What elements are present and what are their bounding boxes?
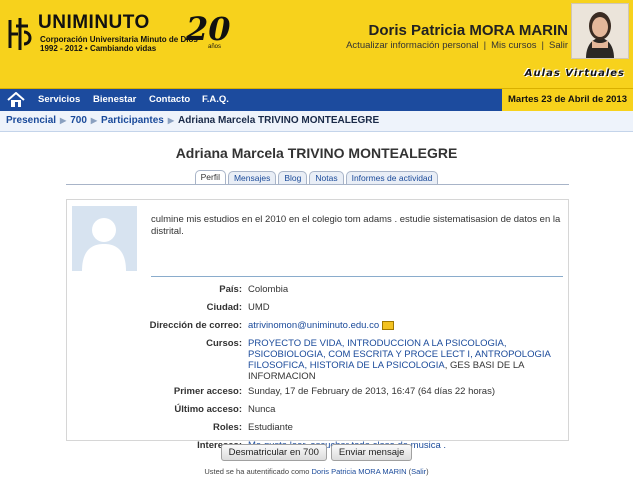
home-icon[interactable] xyxy=(6,91,26,108)
field-label: País: xyxy=(219,284,242,295)
send-mail-icon[interactable] xyxy=(382,320,395,330)
field-value: UMD xyxy=(248,302,270,313)
field-label: Cursos: xyxy=(206,338,242,349)
breadcrumb-arrow-icon: ▶ xyxy=(60,116,67,125)
field-label: Ciudad: xyxy=(206,302,242,313)
field-label: Primer acceso: xyxy=(173,386,242,397)
field-value: Estudiante xyxy=(248,422,293,433)
link-separator: | xyxy=(541,40,544,51)
user-name: Doris Patricia MORA MARIN xyxy=(368,22,568,39)
nav-bienestar[interactable]: Bienestar xyxy=(93,94,136,105)
action-buttons: Desmatricular en 700 Enviar mensaje xyxy=(0,444,633,461)
field-value: Sunday, 17 de February de 2013, 16:47 (6… xyxy=(248,386,495,397)
profile-divider xyxy=(151,276,563,277)
site-header: UNIMINUTO Corporación Universitaria Minu… xyxy=(0,0,633,89)
breadcrumb-current: Adriana Marcela TRIVINO MONTEALEGRE xyxy=(178,115,380,126)
aulas-virtuales-label: Aulas Virtuales xyxy=(524,68,625,79)
field-city: Ciudad: UMD xyxy=(67,302,568,316)
field-first-access: Primer acceso: Sunday, 17 de February de… xyxy=(67,386,568,400)
logo-subtitle: Corporación Universitaria Minuto de Dios… xyxy=(40,35,198,53)
login-info: Usted se ha autentificado como Doris Pat… xyxy=(204,467,429,476)
page-title: Adriana Marcela TRIVINO MONTEALEGRE xyxy=(175,145,458,161)
field-label: Roles: xyxy=(212,422,242,433)
breadcrumb-arrow-icon: ▶ xyxy=(167,116,175,125)
field-country: País: Colombia xyxy=(67,284,568,298)
logo-subtitle-line-1: Corporación Universitaria Minuto de Dios xyxy=(40,35,198,44)
profile-description: culmine mis estudios en el 2010 en el co… xyxy=(151,214,561,237)
tab-mensajes[interactable]: Mensajes xyxy=(227,171,277,185)
field-label: Dirección de correo: xyxy=(149,320,242,331)
tabs-baseline xyxy=(66,184,569,185)
logo-name: UNIMINUTO xyxy=(38,12,150,33)
logo-subtitle-line-2: 1992 - 2012 • Cambiando vidas xyxy=(40,44,157,53)
current-date: Martes 23 de Abril de 2013 xyxy=(502,89,633,111)
tab-notas[interactable]: Notas xyxy=(309,171,344,185)
breadcrumb: Presencial ▶ 700 ▶ Participantes ▶ Adriana Mar… xyxy=(0,111,633,132)
nav-faq[interactable]: F.A.Q. xyxy=(202,94,229,105)
email-link[interactable]: atrivinomon@uniminuto.edu.co xyxy=(248,320,379,331)
tab-perfil[interactable]: Perfil xyxy=(194,170,226,185)
profile-tabs: Perfil Mensajes Blog Notas Informes de a… xyxy=(0,170,633,185)
nav-servicios[interactable]: Servicios xyxy=(38,94,80,105)
user-avatar[interactable] xyxy=(571,3,629,59)
field-courses: Cursos: PROYECTO DE VIDA, INTRODUCCION A… xyxy=(67,338,568,382)
anniversary-word: años xyxy=(208,44,222,50)
send-message-button[interactable]: Enviar mensaje xyxy=(330,444,413,461)
nav-contacto[interactable]: Contacto xyxy=(149,94,190,105)
user-links: Actualizar información personal | Mis curs… xyxy=(346,40,568,51)
tab-informes[interactable]: Informes de actividad xyxy=(345,171,439,185)
breadcrumb-participants[interactable]: Participantes xyxy=(101,115,164,126)
breadcrumb-presencial[interactable]: Presencial xyxy=(6,115,56,126)
login-info-prefix: Usted se ha autentificado como xyxy=(204,467,312,476)
field-label: Último acceso: xyxy=(174,404,242,415)
link-separator: | xyxy=(483,40,487,51)
update-profile-link[interactable]: Actualizar información personal xyxy=(346,40,479,51)
main-nav: Servicios Bienestar Contacto F.A.Q. Mart… xyxy=(0,89,633,111)
login-info-logout-link[interactable]: Salir xyxy=(411,467,426,476)
breadcrumb-arrow-icon: ▶ xyxy=(90,116,98,125)
field-value: Nunca xyxy=(248,404,276,415)
field-roles: Roles: Estudiante xyxy=(67,422,568,436)
field-value: Colombia xyxy=(248,284,289,295)
unenrol-button[interactable]: Desmatricular en 700 xyxy=(220,444,327,461)
login-info-user-link[interactable]: Doris Patricia MORA MARIN xyxy=(312,467,407,476)
field-email: Dirección de correo: atrivinomon@uniminu… xyxy=(67,320,568,334)
field-value: atrivinomon@uniminuto.edu.co xyxy=(248,320,558,331)
field-last-access: Último acceso: Nunca xyxy=(67,404,568,418)
uniminuto-emblem-icon xyxy=(6,14,36,54)
profile-box: culmine mis estudios en el 2010 en el co… xyxy=(66,199,569,451)
profile-fields: País: Colombia Ciudad: UMD Dirección de … xyxy=(67,284,568,458)
logout-link[interactable]: Salir xyxy=(549,40,568,51)
uniminuto-logo[interactable]: UNIMINUTO Corporación Universitaria Minu… xyxy=(4,10,231,60)
field-value: PROYECTO DE VIDA, INTRODUCCION A LA PSIC… xyxy=(248,338,558,382)
breadcrumb-course[interactable]: 700 xyxy=(70,115,87,126)
profile-picture xyxy=(72,206,137,271)
my-courses-link[interactable]: Mis cursos xyxy=(491,40,536,51)
tab-blog[interactable]: Blog xyxy=(278,171,308,185)
